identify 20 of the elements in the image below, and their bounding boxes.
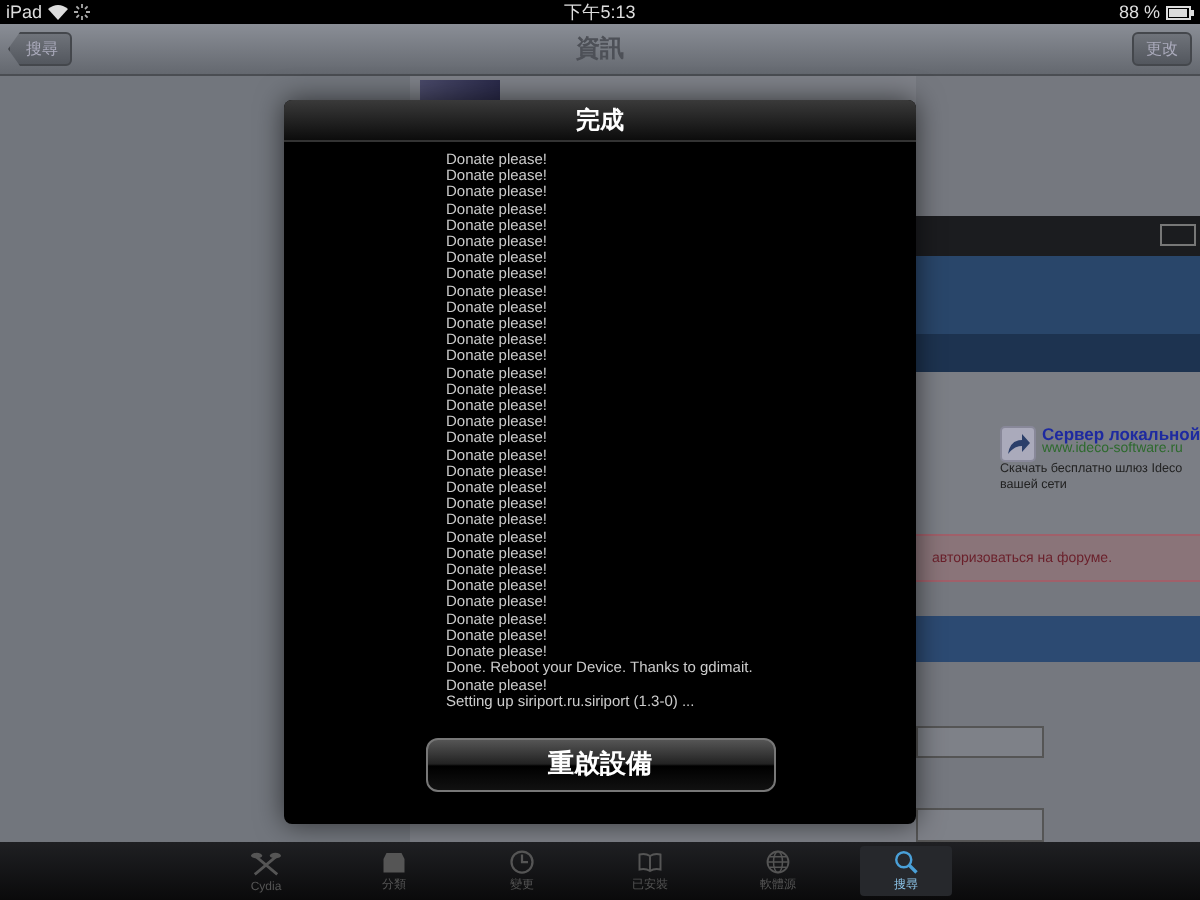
clock-time: 下午5:13	[564, 1, 636, 21]
wifi-icon	[48, 4, 69, 20]
search-icon	[890, 850, 922, 874]
ad-title[interactable]: Сервер локальной	[1042, 425, 1200, 442]
input-field[interactable]	[916, 808, 1044, 842]
book-icon	[634, 850, 666, 874]
clock-icon	[506, 850, 538, 874]
reboot-button[interactable]: 重啟設備	[425, 737, 775, 792]
battery-percent: 88 %	[1118, 2, 1160, 22]
dialog-title: 完成	[284, 100, 916, 142]
back-button[interactable]: 搜尋	[8, 32, 72, 66]
input-field[interactable]	[1160, 224, 1196, 247]
spinner-icon	[74, 4, 91, 20]
battery-icon	[1166, 5, 1194, 19]
edit-button[interactable]: 更改	[1132, 32, 1192, 66]
globe-icon	[762, 850, 794, 874]
scissors-icon	[250, 850, 282, 880]
box-icon	[378, 850, 410, 874]
input-field[interactable]	[916, 725, 1044, 759]
device-name: iPad	[6, 2, 43, 22]
